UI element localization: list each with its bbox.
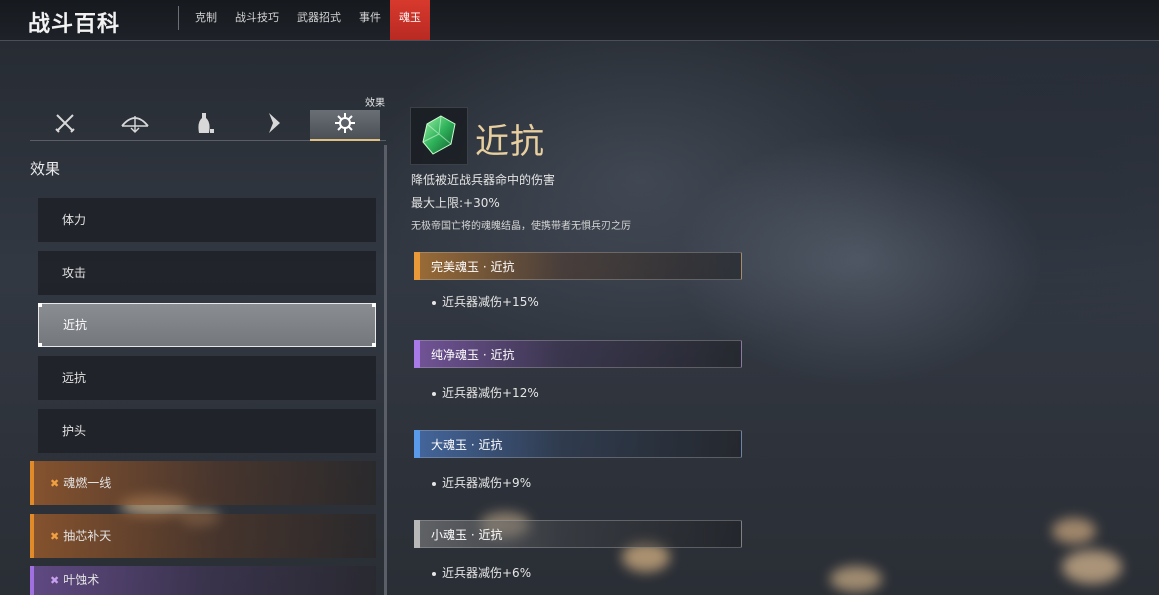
soul-jade-thumbnail — [410, 107, 468, 165]
list-item-label: 体力 — [62, 213, 87, 227]
crossed-swords-icon — [53, 111, 77, 139]
gourd-icon — [194, 111, 216, 139]
tier-effect: 近兵器减伤+12% — [432, 384, 539, 401]
list-item-label: 攻击 — [62, 266, 87, 280]
tier-pure-header: 纯净魂玉 · 近抗 — [414, 340, 742, 368]
tab-counter[interactable]: 克制 — [186, 0, 226, 40]
detail-lore: 无极帝国亡将的魂魄结晶，使携带者无惧兵刃之厉 — [411, 221, 631, 232]
tier-small-header: 小魂玉 · 近抗 — [414, 520, 742, 548]
bokeh-light — [830, 566, 882, 592]
tier-large-header: 大魂玉 · 近抗 — [414, 430, 742, 458]
list-item-label: 远抗 — [62, 371, 87, 385]
list-item-head-guard[interactable]: 护头 — [38, 409, 376, 453]
scatter-mark-icon: ✖ — [50, 477, 60, 490]
list-item-label: 近抗 — [63, 318, 88, 332]
detail-max-limit: 最大上限:+30% — [411, 196, 500, 210]
selection-corner — [38, 303, 42, 307]
list-item-label: 抽芯补天 — [63, 529, 112, 543]
tier-color-bar — [414, 430, 420, 458]
list-scrollbar[interactable] — [384, 145, 387, 595]
effect-emblem-icon — [333, 111, 357, 139]
tier-effect: 近兵器减伤+9% — [432, 474, 531, 491]
tab-soul-jade[interactable]: 魂玉 — [390, 0, 430, 40]
tier-effect-text: 近兵器减伤+12% — [442, 386, 539, 400]
list-item-stamina[interactable]: 体力 — [38, 198, 376, 242]
list-item-label: 叶蚀术 — [63, 573, 100, 587]
selection-corner — [38, 343, 42, 347]
bow-icon — [120, 112, 150, 138]
page-title: 战斗百科 — [28, 12, 121, 37]
category-items[interactable] — [170, 110, 240, 140]
tier-perfect-header: 完美魂玉 · 近抗 — [414, 252, 742, 280]
list-item-attack[interactable]: 攻击 — [38, 251, 376, 295]
bokeh-light — [1052, 518, 1096, 544]
top-navigation-bar: 战斗百科 克制 战斗技巧 武器招式 事件 魂玉 — [0, 0, 1159, 41]
category-active-indicator — [310, 139, 380, 141]
bullet-dot — [432, 391, 436, 396]
section-title: 效果 — [30, 160, 61, 178]
tier-effect: 近兵器减伤+15% — [432, 293, 539, 310]
tab-weapon-moves[interactable]: 武器招式 — [288, 0, 350, 40]
category-melee[interactable] — [30, 110, 100, 140]
green-gem-icon — [411, 115, 467, 168]
scatter-mark-icon: ✖ — [50, 574, 60, 587]
bullet-dot — [432, 481, 436, 486]
tab-events[interactable]: 事件 — [350, 0, 390, 40]
list-item-ranged-resist[interactable]: 远抗 — [38, 356, 376, 400]
tier-name: 大魂玉 · 近抗 — [431, 438, 503, 452]
tier-effect-text: 近兵器减伤+6% — [442, 566, 532, 580]
tab-bar: 克制 战斗技巧 武器招式 事件 魂玉 — [186, 0, 430, 40]
detail-description: 降低被近战兵器命中的伤害 — [411, 173, 556, 187]
tier-color-bar — [414, 340, 420, 368]
list-item-leaf-eclipse[interactable]: ✖ 叶蚀术 — [30, 566, 376, 595]
bullet-dot — [432, 300, 436, 305]
detail-title: 近抗 — [475, 122, 545, 162]
scatter-mark-icon: ✖ — [50, 530, 60, 543]
list-item-melee-resist[interactable]: 近抗 — [38, 303, 376, 347]
selection-corner — [372, 303, 376, 307]
selection-corner — [372, 343, 376, 347]
bokeh-light — [1062, 550, 1122, 584]
tier-effect-text: 近兵器减伤+15% — [442, 295, 539, 309]
active-category-label: 效果 — [365, 98, 385, 109]
tier-name: 完美魂玉 · 近抗 — [431, 260, 515, 274]
tier-effect: 近兵器减伤+6% — [432, 564, 531, 581]
category-skills[interactable] — [240, 110, 310, 140]
tier-name: 小魂玉 · 近抗 — [431, 528, 503, 542]
bullet-dot — [432, 571, 436, 576]
list-item-core-mend[interactable]: ✖ 抽芯补天 — [30, 514, 376, 558]
category-effects[interactable] — [310, 110, 380, 140]
chevron-mark-icon — [264, 111, 286, 139]
tier-effect-text: 近兵器减伤+9% — [442, 476, 532, 490]
list-item-label: 魂燃一线 — [63, 476, 112, 490]
tier-color-bar — [414, 252, 420, 280]
category-icon-row: 效果 — [30, 92, 386, 142]
tier-name: 纯净魂玉 · 近抗 — [431, 348, 515, 362]
category-ranged[interactable] — [100, 110, 170, 140]
list-item-soul-burn[interactable]: ✖ 魂燃一线 — [30, 461, 376, 505]
title-divider — [178, 6, 179, 30]
tab-combat-skills[interactable]: 战斗技巧 — [226, 0, 288, 40]
tier-color-bar — [414, 520, 420, 548]
list-item-label: 护头 — [62, 424, 87, 438]
